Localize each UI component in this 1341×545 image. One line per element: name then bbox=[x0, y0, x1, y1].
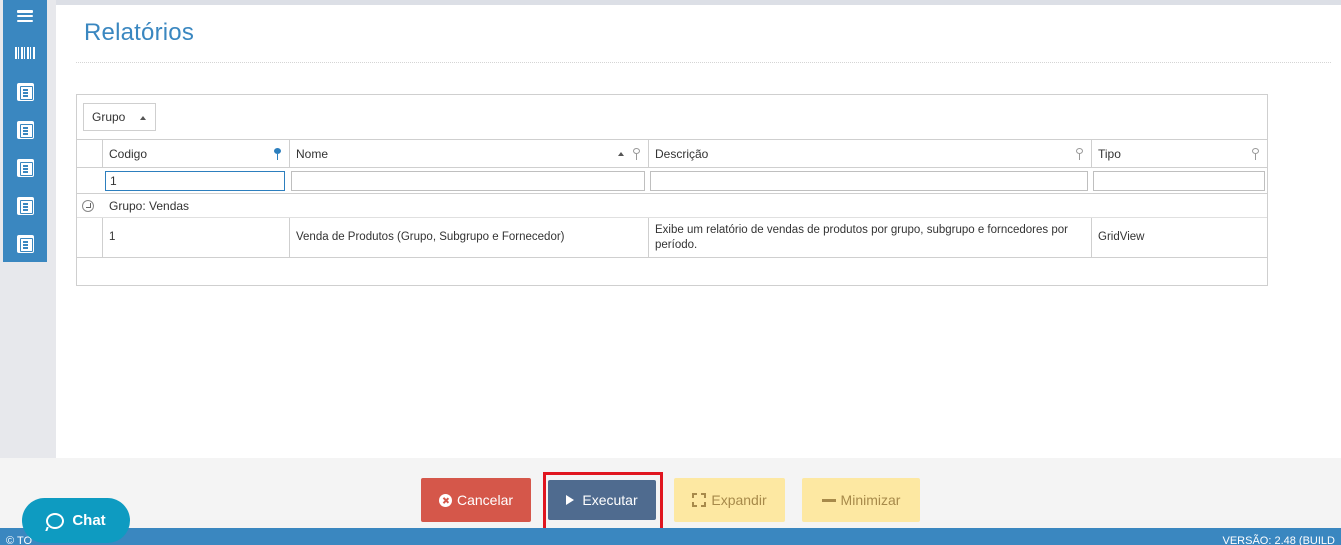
column-label: Descrição bbox=[655, 146, 709, 161]
group-row: Grupo: Vendas bbox=[77, 194, 1267, 218]
chat-button-label: Chat bbox=[72, 512, 106, 529]
close-circle-icon bbox=[438, 493, 452, 507]
highlight-frame bbox=[543, 472, 663, 533]
collapse-group-icon[interactable] bbox=[82, 200, 94, 212]
group-chip-label: Grupo bbox=[92, 110, 126, 124]
filter-pin-icon[interactable] bbox=[1076, 148, 1083, 160]
barcode-icon[interactable] bbox=[3, 38, 47, 68]
page-title: Relatórios bbox=[84, 19, 195, 46]
report-icon[interactable] bbox=[3, 153, 47, 183]
version-text: VERSÃO: 2.48 (BUILD bbox=[1222, 535, 1336, 545]
reports-grid: Grupo Codigo Nome Descrição Tipo 1 Grupo… bbox=[76, 94, 1268, 286]
report-icon[interactable] bbox=[3, 115, 47, 145]
group-panel: Grupo bbox=[77, 95, 1267, 140]
sort-asc-icon bbox=[140, 116, 147, 120]
cell-nome: Venda de Produtos (Grupo, Subgrupo e For… bbox=[289, 218, 648, 257]
status-bar: © TO VERSÃO: 2.48 (BUILD bbox=[0, 528, 1341, 545]
column-header-codigo[interactable]: Codigo bbox=[102, 140, 289, 167]
filter-input-tipo[interactable] bbox=[1093, 171, 1265, 191]
minimize-icon bbox=[821, 498, 836, 502]
action-footer: Cancelar Executar Expandir Minimizar bbox=[0, 458, 1341, 528]
chat-button[interactable]: Chat bbox=[22, 498, 130, 543]
group-chip[interactable]: Grupo bbox=[83, 103, 157, 131]
filter-row bbox=[77, 168, 1267, 194]
expand-icon bbox=[692, 493, 707, 507]
group-row-label: Grupo: Vendas bbox=[109, 199, 190, 213]
main-panel: Relatórios Grupo Codigo Nome Descrição T… bbox=[56, 5, 1341, 458]
minimize-button[interactable]: Minimizar bbox=[802, 478, 920, 522]
filter-pin-icon[interactable] bbox=[274, 148, 281, 160]
cell-descricao: Exibe um relatório de vendas de produtos… bbox=[648, 218, 1091, 257]
column-label: Tipo bbox=[1098, 146, 1121, 161]
table-row[interactable]: 1 Venda de Produtos (Grupo, Subgrupo e F… bbox=[77, 218, 1267, 258]
column-header-tipo[interactable]: Tipo bbox=[1091, 140, 1267, 167]
column-header-nome[interactable]: Nome bbox=[289, 140, 648, 167]
cancel-button-label: Cancelar bbox=[456, 492, 514, 508]
cancel-button[interactable]: Cancelar bbox=[421, 478, 531, 522]
sidebar bbox=[3, 0, 47, 262]
cell-codigo: 1 bbox=[102, 218, 289, 257]
column-label: Nome bbox=[296, 146, 329, 161]
report-icon[interactable] bbox=[3, 77, 47, 107]
column-header-descricao[interactable]: Descrição bbox=[648, 140, 1091, 167]
cell-tipo: GridView bbox=[1091, 218, 1267, 257]
filter-input-descricao[interactable] bbox=[650, 171, 1088, 191]
chat-bubble-icon bbox=[46, 512, 65, 529]
expand-button[interactable]: Expandir bbox=[674, 478, 785, 522]
menu-icon[interactable] bbox=[3, 1, 47, 31]
filter-pin-icon[interactable] bbox=[1252, 148, 1259, 160]
grid-header: Codigo Nome Descrição Tipo bbox=[77, 140, 1267, 168]
title-divider bbox=[76, 62, 1331, 63]
expand-button-label: Expandir bbox=[711, 492, 767, 508]
filter-pin-icon[interactable] bbox=[633, 148, 640, 160]
sort-asc-icon bbox=[618, 152, 624, 156]
report-icon[interactable] bbox=[3, 191, 47, 221]
minimize-button-label: Minimizar bbox=[840, 492, 901, 508]
filter-input-nome[interactable] bbox=[291, 171, 645, 191]
report-icon[interactable] bbox=[3, 229, 47, 259]
filter-input-codigo[interactable] bbox=[105, 171, 285, 191]
column-label: Codigo bbox=[109, 146, 148, 161]
